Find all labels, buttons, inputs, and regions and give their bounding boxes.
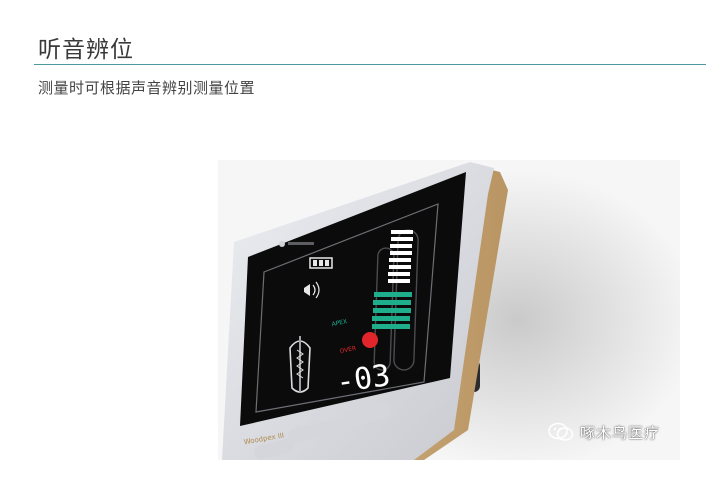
page-title: 听音辨位	[38, 37, 134, 63]
position-readout: -03	[334, 358, 393, 400]
product-photo: APEX OVER -03 Woodpex III	[218, 160, 680, 460]
wechat-icon	[548, 422, 574, 441]
page-description: 测量时可根据声音辨别测量位置	[38, 79, 256, 97]
watermark: 啄木鸟医疗	[548, 421, 660, 443]
watermark-text: 啄木鸟医疗	[580, 423, 661, 442]
title-divider	[34, 64, 706, 65]
over-indicator	[362, 332, 378, 348]
